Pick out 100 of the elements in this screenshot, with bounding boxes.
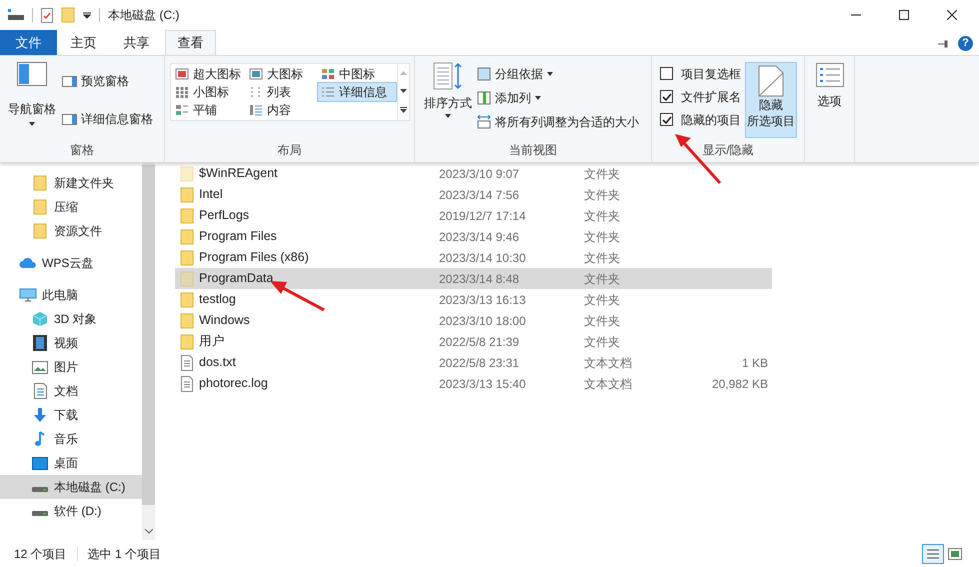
nav-item[interactable]: 下载: [0, 403, 142, 427]
dropdown-icon[interactable]: [83, 11, 91, 19]
layout-option[interactable]: 列表: [246, 83, 318, 101]
fit-columns-button[interactable]: 将所有列调整为合适的大小: [477, 112, 639, 132]
nav-item[interactable]: 压缩: [0, 195, 142, 219]
layout-option[interactable]: 详细信息: [318, 83, 396, 101]
nav-item[interactable]: 视频: [0, 331, 142, 355]
file-name: Program Files (x86): [199, 249, 309, 266]
file-size: 1 KB: [740, 354, 768, 372]
list-icon: [926, 548, 940, 560]
ribbon-tab[interactable]: 共享: [110, 30, 163, 55]
checkbox[interactable]: [660, 67, 673, 80]
file-row[interactable]: dos.txt 2022/5/8 23:31 文本文档 1 KB: [175, 352, 772, 373]
nav-item[interactable]: 软件 (D:): [0, 499, 142, 523]
sort-by-button[interactable]: 排序方式: [423, 62, 473, 141]
view-icon: [175, 104, 189, 116]
scroll-down-icon[interactable]: [400, 89, 407, 93]
checklist-icon: [816, 63, 844, 87]
nav-item[interactable]: 资源文件: [0, 219, 142, 243]
file-row[interactable]: PerfLogs 2019/12/7 17:14 文件夹: [175, 205, 772, 226]
layout-option[interactable]: 内容: [246, 101, 318, 119]
file-date: 2023/3/14 10:30: [439, 250, 527, 266]
group-label: 布局: [278, 142, 302, 159]
cloud-icon: [19, 257, 37, 269]
file-type: 文件夹: [584, 334, 621, 350]
caret-icon: [535, 96, 541, 100]
group-label: 窗格: [70, 142, 94, 159]
down-arrow-icon: [32, 407, 48, 423]
file-name: testlog: [199, 291, 236, 308]
folder-icon: [33, 199, 47, 215]
nav-item[interactable]: 此电脑: [0, 283, 142, 307]
view-icon: [249, 86, 263, 98]
file-type: 文本文档: [584, 376, 633, 392]
help-button[interactable]: ?: [958, 36, 973, 51]
nav-item[interactable]: 本地磁盘 (C:): [0, 475, 142, 499]
layout-option[interactable]: 大图标: [246, 65, 318, 83]
file-row[interactable]: ProgramData 2023/3/14 8:48 文件夹: [175, 268, 772, 289]
file-row[interactable]: 用户 2022/5/8 21:39 文件夹: [175, 331, 772, 352]
details-pane-button[interactable]: 详细信息窗格: [62, 110, 153, 128]
file-date: 2023/3/14 8:48: [439, 270, 520, 288]
file-row[interactable]: $WinREAgent 2023/3/10 9:07 文件夹: [175, 163, 772, 184]
checkbox[interactable]: [660, 113, 673, 126]
file-row[interactable]: Windows 2023/3/10 18:00 文件夹: [175, 310, 772, 331]
view-icon: [249, 68, 263, 80]
pane-layout-icon: [17, 62, 47, 86]
file-type: 文件夹: [584, 166, 621, 182]
file-type: 文件夹: [584, 228, 621, 246]
document-icon: [34, 383, 46, 399]
close-icon[interactable]: [947, 10, 957, 20]
file-name: Intel: [199, 186, 223, 204]
drive-icon: [8, 9, 24, 21]
hide-selected-button[interactable]: 隐藏 所选项目: [745, 62, 797, 138]
nav-item[interactable]: 文档: [0, 379, 142, 403]
add-column-button[interactable]: 添加列: [477, 88, 639, 108]
layout-option[interactable]: 中图标: [318, 65, 396, 83]
ribbon-tab[interactable]: 文件: [0, 30, 57, 55]
checkbox-label: 文件扩展名: [681, 88, 741, 106]
nav-item[interactable]: 3D 对象: [0, 307, 142, 331]
navigation-pane-button[interactable]: 导航窗格: [6, 62, 58, 126]
file-row[interactable]: photorec.log 2023/3/13 15:40 文本文档 20,982 KB: [175, 373, 772, 394]
details-view-button[interactable]: [923, 544, 943, 562]
group-label: 显示/隐藏: [702, 142, 754, 159]
pin-icon[interactable]: [938, 40, 950, 48]
file-name: 用户: [199, 333, 225, 350]
file-type: 文件夹: [584, 186, 621, 204]
preview-pane-button[interactable]: 预览窗格: [62, 72, 153, 90]
file-row[interactable]: testlog 2023/3/13 16:13 文件夹: [175, 289, 772, 310]
file-size: 20,982 KB: [710, 376, 768, 392]
file-row[interactable]: Program Files (x86) 2023/3/14 10:30 文件夹: [175, 247, 772, 268]
scrollbar[interactable]: [142, 163, 155, 540]
nav-item[interactable]: 桌面: [0, 451, 142, 475]
pane-layout-icon: [62, 76, 77, 86]
picture-icon: [32, 360, 48, 374]
view-icon: [249, 104, 263, 116]
layout-option[interactable]: 超大图标: [172, 65, 246, 83]
options-button[interactable]: 选项: [816, 63, 844, 110]
file-date: 2022/5/8 23:31: [439, 354, 520, 372]
caret-icon: [547, 72, 553, 76]
file-name: PerfLogs: [199, 207, 250, 224]
sort-icon: [433, 62, 463, 92]
expand-icon[interactable]: [400, 107, 407, 113]
layout-option[interactable]: 平铺: [172, 101, 246, 119]
properties-icon[interactable]: [41, 8, 53, 22]
nav-item[interactable]: 音乐: [0, 427, 142, 451]
file-name: dos.txt: [199, 354, 236, 372]
file-row[interactable]: Program Files 2023/3/14 9:46 文件夹: [175, 226, 772, 247]
group-by-button[interactable]: 分组依据: [477, 64, 639, 84]
group-icon: [477, 67, 491, 81]
ribbon-tab[interactable]: 查看: [165, 30, 216, 55]
ribbon-tab[interactable]: 主页: [57, 30, 110, 55]
file-date: 2023/3/13 16:13: [439, 292, 527, 308]
nav-item[interactable]: 图片: [0, 355, 142, 379]
file-row[interactable]: Intel 2023/3/14 7:56 文件夹: [175, 184, 772, 205]
nav-item[interactable]: WPS云盘: [0, 251, 142, 275]
layout-option[interactable]: 小图标: [172, 83, 246, 101]
checkbox[interactable]: [660, 90, 673, 103]
scroll-down-icon[interactable]: [144, 529, 152, 534]
maximize-icon[interactable]: [899, 10, 909, 20]
nav-item[interactable]: 新建文件夹: [0, 171, 142, 195]
file-name: ProgramData: [199, 270, 274, 288]
